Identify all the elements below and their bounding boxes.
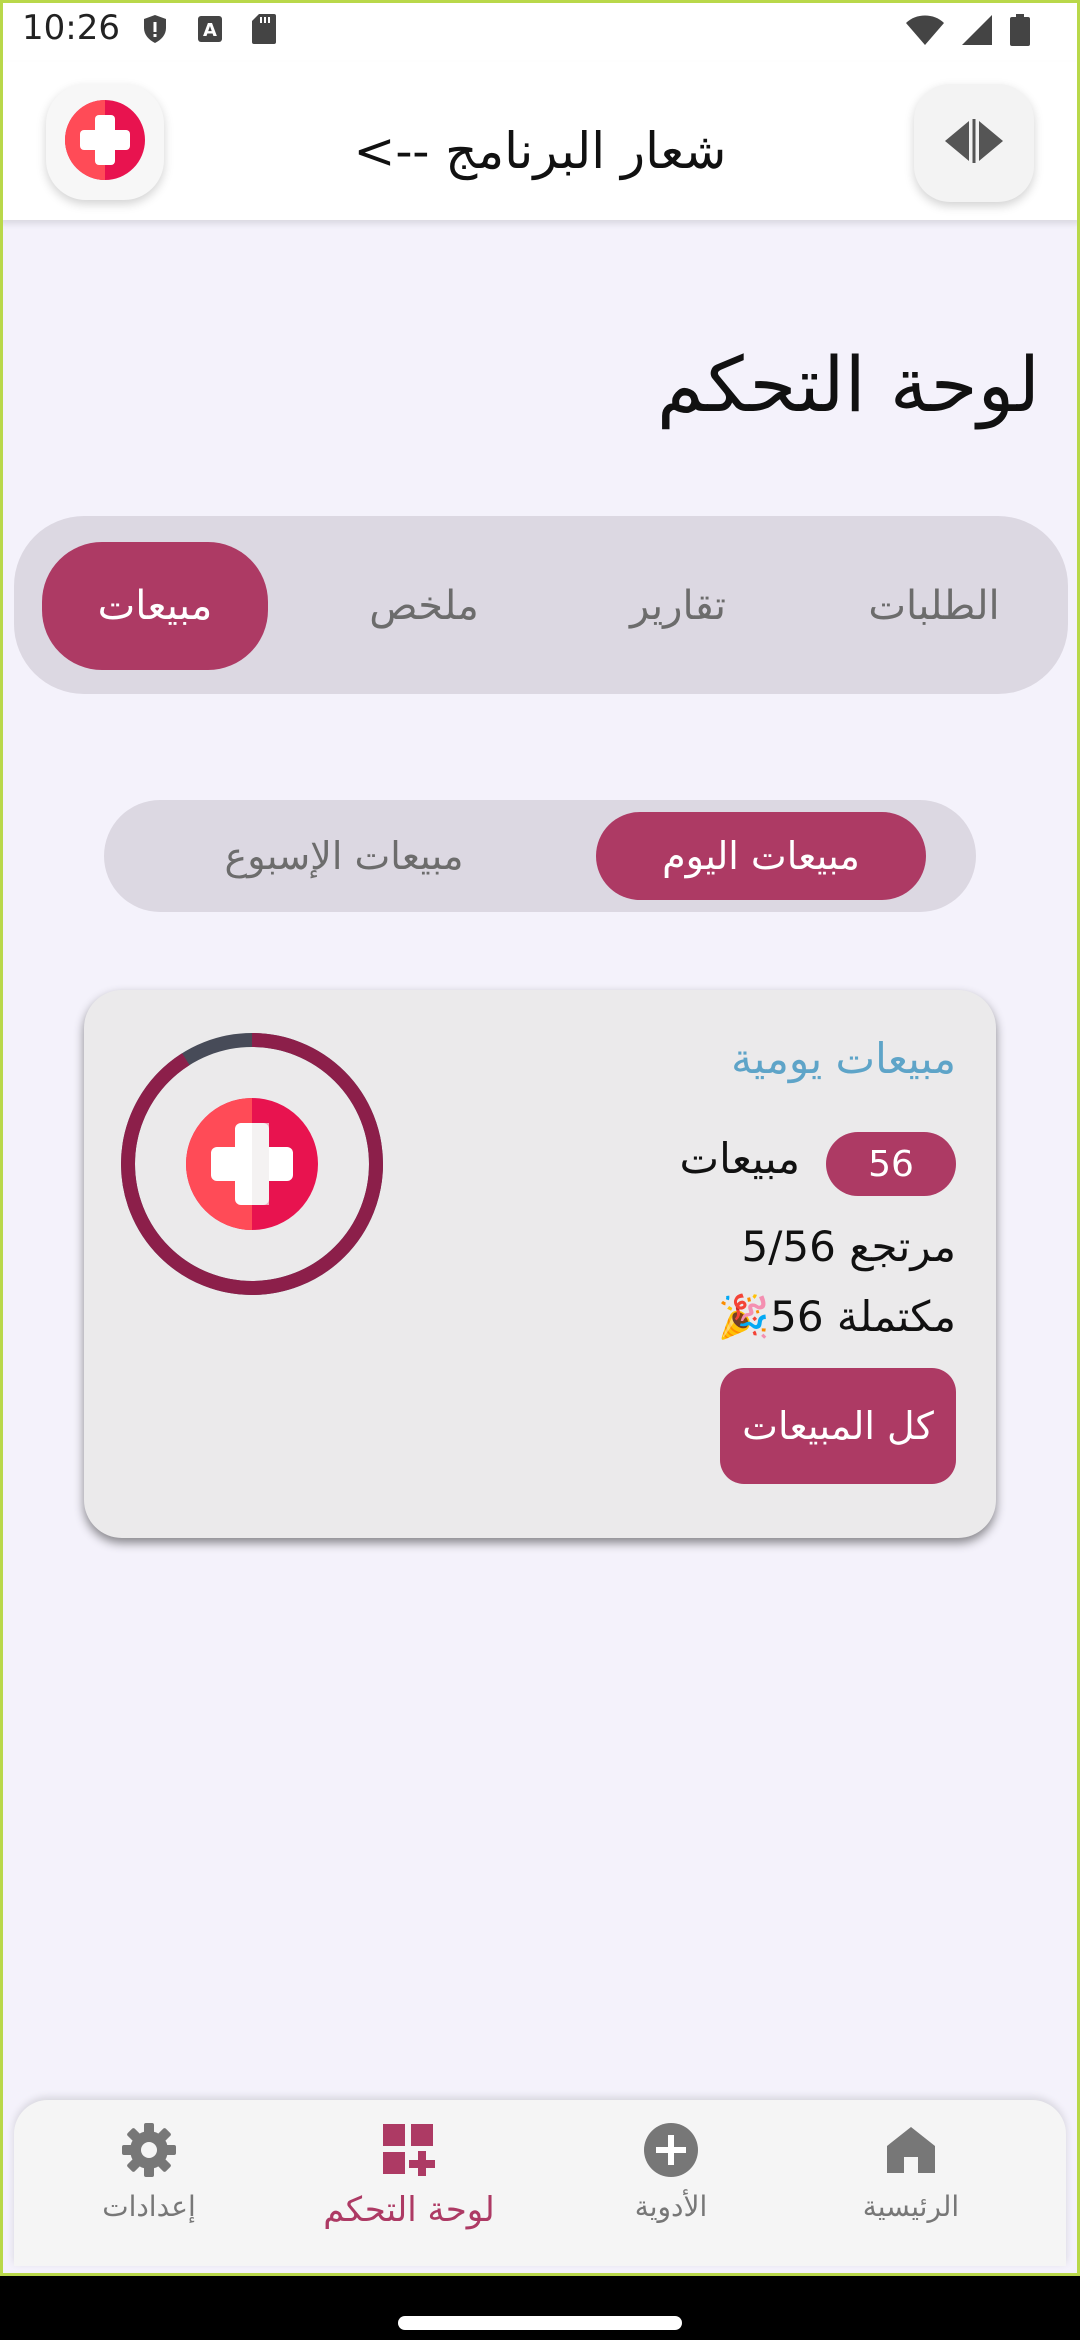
sales-count-badge: 56 (826, 1132, 956, 1196)
returns-text: مرتجع 5/56 (741, 1222, 956, 1271)
system-navigation-bar (0, 2276, 1080, 2340)
tab-summary[interactable]: ملخص (304, 542, 544, 670)
status-bar: 10:26 A (0, 0, 1080, 62)
bottom-navigation: الرئيسية الأدوية لوحة التحكم إعدادات (14, 2100, 1066, 2266)
tab-reports-label: تقارير (629, 583, 727, 629)
tab-orders[interactable]: الطلبات (814, 542, 1054, 670)
home-gesture-pill[interactable] (398, 2316, 682, 2330)
sales-label: مبيعات (679, 1134, 800, 1183)
wifi-icon (906, 15, 944, 49)
nav-item-dashboard[interactable]: لوحة التحكم (294, 2120, 524, 2260)
code-toggle-icon (943, 119, 1005, 167)
battery-icon (1010, 14, 1030, 50)
all-sales-button-label: كل المبيعات (742, 1404, 934, 1448)
page-title: لوحة التحكم (656, 340, 1040, 429)
tab-reports[interactable]: تقارير (558, 542, 798, 670)
shield-icon (142, 14, 168, 48)
app-bar: شعار البرنامج --> (0, 62, 1080, 220)
completed-line: مكتملة 56🎉 (718, 1292, 956, 1342)
tab-week-sales[interactable]: مبيعات الإسبوع (164, 812, 524, 900)
app-logo-button[interactable] (46, 84, 164, 200)
sales-progress-ring (121, 1033, 383, 1295)
all-sales-button[interactable]: كل المبيعات (720, 1368, 956, 1484)
svg-text:A: A (203, 20, 217, 41)
home-icon (885, 2124, 937, 2180)
dashboard-plus-icon (383, 2124, 435, 2180)
nav-medicines-label: الأدوية (634, 2190, 708, 2223)
nav-item-home[interactable]: الرئيسية (796, 2120, 1026, 2260)
tab-sales[interactable]: مبيعات (42, 542, 268, 670)
medical-cross-icon (186, 1098, 318, 1230)
main-tab-bar: الطلبات تقارير ملخص مبيعات (14, 516, 1068, 694)
sub-tab-bar: مبيعات اليوم مبيعات الإسبوع (104, 800, 976, 912)
tab-sales-label: مبيعات (97, 583, 213, 629)
font-a-icon: A (198, 16, 222, 46)
sd-card-icon (252, 14, 276, 48)
completed-text: مكتملة 56 (770, 1292, 956, 1341)
nav-home-label: الرئيسية (862, 2190, 960, 2223)
signal-icon (962, 15, 992, 49)
gear-icon (122, 2123, 176, 2181)
card-title: مبيعات يومية (731, 1034, 956, 1083)
app-title: شعار البرنامج --> (353, 122, 727, 180)
tab-today-sales[interactable]: مبيعات اليوم (596, 812, 926, 900)
tab-orders-label: الطلبات (868, 583, 1000, 629)
nav-settings-label: إعدادات (102, 2190, 196, 2223)
celebrate-icon: 🎉 (717, 1292, 771, 1341)
nav-item-medicines[interactable]: الأدوية (556, 2120, 786, 2260)
daily-sales-card: مبيعات يومية 56 مبيعات مرتجع 5/56 مكتملة… (84, 990, 996, 1538)
tab-summary-label: ملخص (369, 583, 479, 629)
code-toggle-button[interactable] (914, 84, 1034, 202)
nav-dashboard-label: لوحة التحكم (323, 2190, 495, 2230)
plus-circle-icon (643, 2122, 699, 2182)
status-time: 10:26 (22, 8, 120, 48)
nav-item-settings[interactable]: إعدادات (34, 2120, 264, 2260)
tab-today-sales-label: مبيعات اليوم (662, 834, 860, 878)
medical-cross-logo-icon (63, 98, 147, 186)
tab-week-sales-label: مبيعات الإسبوع (224, 834, 464, 878)
